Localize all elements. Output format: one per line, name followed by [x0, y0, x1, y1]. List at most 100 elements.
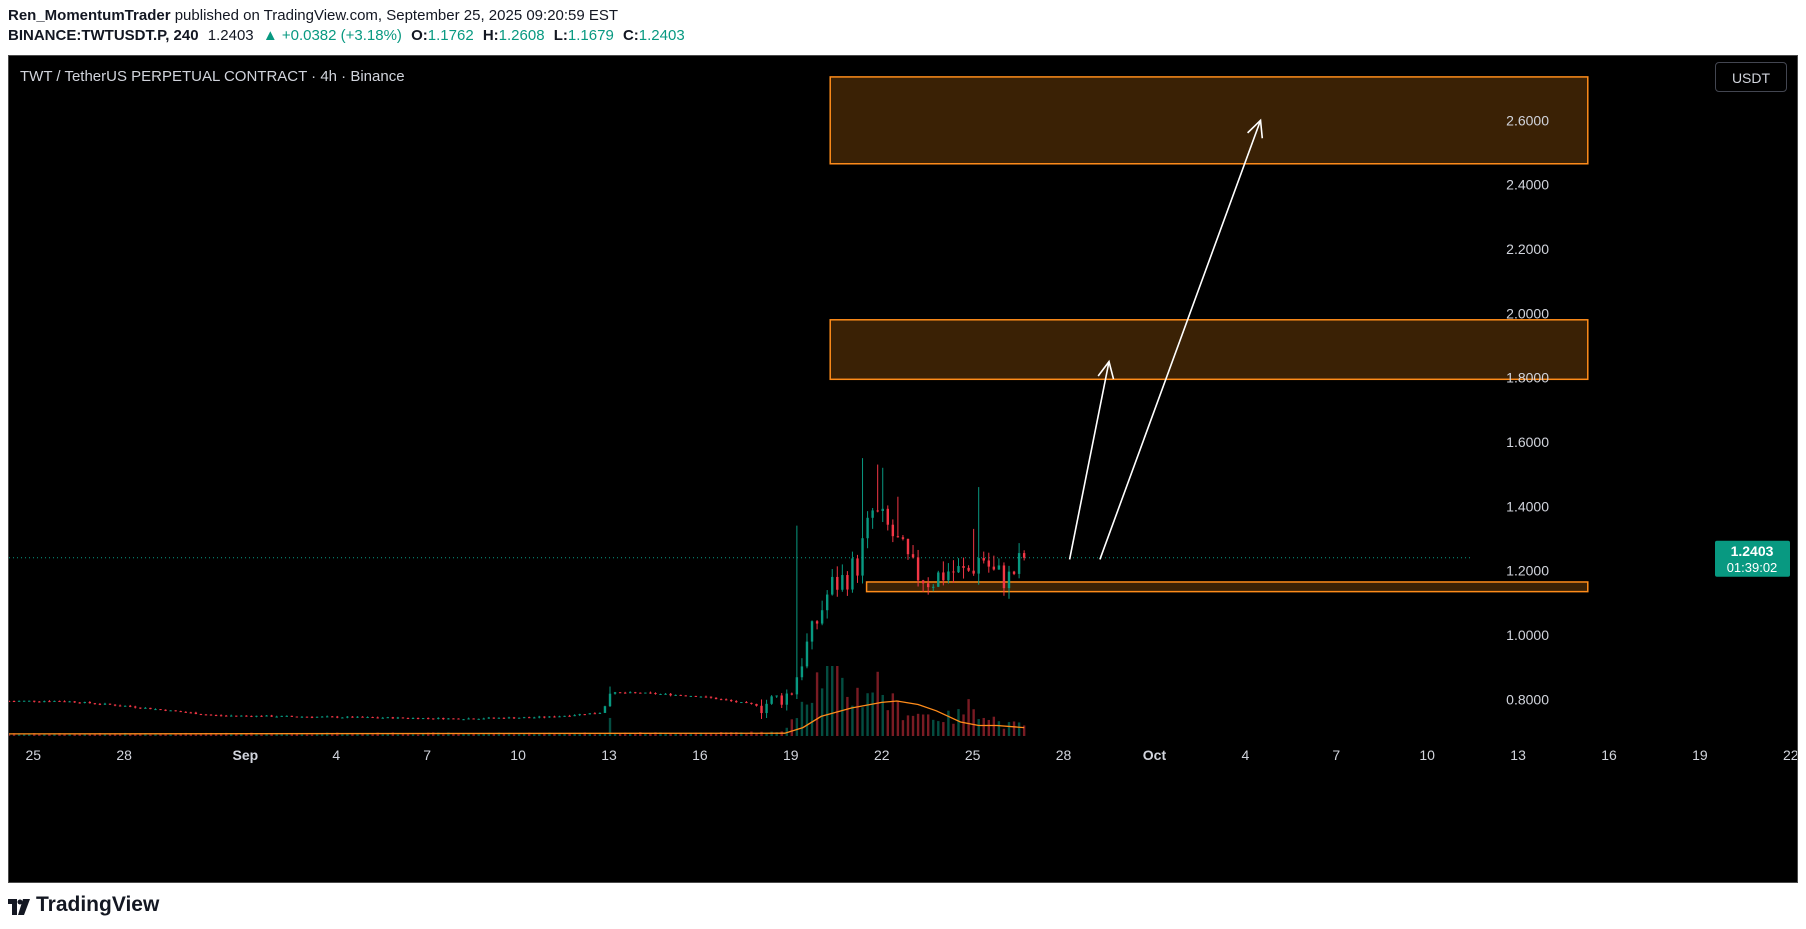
candle-body	[932, 586, 935, 588]
candle-body	[482, 718, 485, 720]
candle-body	[224, 715, 228, 717]
low-value: 1.1679	[567, 27, 614, 44]
candle-body	[568, 715, 571, 717]
target-zone-3	[865, 581, 1589, 593]
volume-bar	[810, 702, 814, 736]
candle-body	[144, 707, 147, 709]
candle-body	[159, 709, 162, 711]
last-value: 1.2403	[207, 27, 254, 44]
volume-bar	[588, 733, 592, 736]
volume-bar	[972, 709, 975, 736]
candle-body	[957, 566, 960, 573]
candle-body	[391, 717, 395, 719]
volume-bar	[1012, 721, 1016, 736]
volume-bar	[593, 734, 597, 736]
volume-bar	[977, 719, 980, 736]
candle-body	[497, 717, 501, 719]
volume-bar	[169, 734, 172, 736]
candle-body	[543, 716, 546, 718]
volume-bar	[255, 734, 258, 736]
chart-plot[interactable]: 2.6000 2.4000 2.2000 2.0000 1.8000 1.6000 1.40…	[9, 56, 1798, 883]
candle-body	[790, 693, 794, 695]
volume-bar	[846, 696, 849, 736]
candle-body	[669, 693, 672, 696]
candle-body	[310, 716, 314, 718]
candle-body	[487, 717, 490, 719]
x-tick-label: Oct	[1143, 747, 1167, 763]
candle-body	[1022, 553, 1026, 558]
candle-body	[149, 707, 152, 710]
candle-body	[952, 571, 955, 573]
candle-body	[406, 718, 410, 720]
candle-body	[457, 718, 460, 720]
author-name[interactable]: Ren_MomentumTrader	[8, 7, 171, 24]
volume-bar	[967, 699, 970, 736]
candle-body	[93, 703, 97, 705]
candle-body	[255, 715, 258, 717]
volume-bar	[987, 719, 990, 736]
candle-body	[432, 718, 435, 720]
volume-bar	[1017, 722, 1021, 736]
volume-bar	[841, 677, 844, 736]
volume-bar	[714, 733, 718, 736]
chart-frame[interactable]: 2.6000 2.4000 2.2000 2.0000 1.8000 1.6000 1.40…	[8, 55, 1798, 883]
candle-body	[750, 702, 753, 704]
tradingview-logo-icon	[8, 897, 30, 915]
publication-header: Ren_MomentumTrader published on TradingV…	[8, 6, 690, 46]
candle-body	[336, 716, 339, 718]
volume-bar	[93, 734, 97, 736]
candle-body	[139, 707, 142, 709]
candle-body	[891, 524, 895, 537]
candle-body	[199, 714, 203, 716]
volume-bar	[502, 733, 506, 736]
volume-bar	[73, 734, 76, 736]
candle-body	[78, 702, 81, 704]
volume-bar	[674, 733, 677, 736]
candle-body	[911, 554, 915, 558]
candle-body	[629, 692, 632, 694]
candle-body	[169, 710, 172, 712]
candle-body	[644, 692, 647, 694]
candle-body	[113, 704, 117, 706]
candle-body	[639, 692, 642, 694]
candle-body	[563, 715, 566, 717]
candle-body	[442, 717, 445, 720]
high-value: 1.2608	[498, 27, 545, 44]
candle-body	[154, 709, 157, 711]
volume-bar	[533, 734, 536, 736]
candle-body	[745, 702, 748, 704]
volume-bar	[916, 713, 920, 736]
volume-bar	[836, 666, 839, 736]
candle-body	[426, 718, 430, 720]
volume-bar	[22, 734, 26, 736]
candle-body	[219, 715, 223, 717]
volume-bar	[48, 734, 51, 736]
candle-body	[103, 703, 107, 705]
currency-unit-button[interactable]: USDT	[1715, 62, 1787, 92]
candle-body	[947, 571, 950, 581]
candle-body	[528, 717, 531, 719]
volume-bar	[911, 715, 915, 736]
candle-body	[820, 610, 824, 624]
candle-body	[674, 694, 677, 696]
volume-bar	[492, 733, 496, 736]
candle-body	[901, 537, 905, 539]
candle-body	[507, 717, 511, 719]
candle-body	[245, 715, 248, 717]
volume-bar	[381, 734, 384, 736]
tradingview-footer[interactable]: TradingView	[8, 893, 159, 917]
y-tick-label: 2.0000	[1506, 305, 1549, 321]
candle-body	[341, 717, 344, 719]
candle-body	[942, 572, 945, 581]
candle-body	[977, 558, 980, 574]
volume-bar	[629, 733, 632, 736]
candle-body	[997, 565, 1001, 570]
candle-body	[719, 699, 723, 701]
candle-body	[270, 715, 273, 717]
volume-bar	[992, 716, 996, 736]
volume-bar	[755, 733, 758, 736]
volume-bar	[1002, 728, 1006, 736]
candle-body	[250, 715, 253, 717]
candle-body	[709, 696, 713, 698]
volume-bar	[38, 734, 41, 736]
